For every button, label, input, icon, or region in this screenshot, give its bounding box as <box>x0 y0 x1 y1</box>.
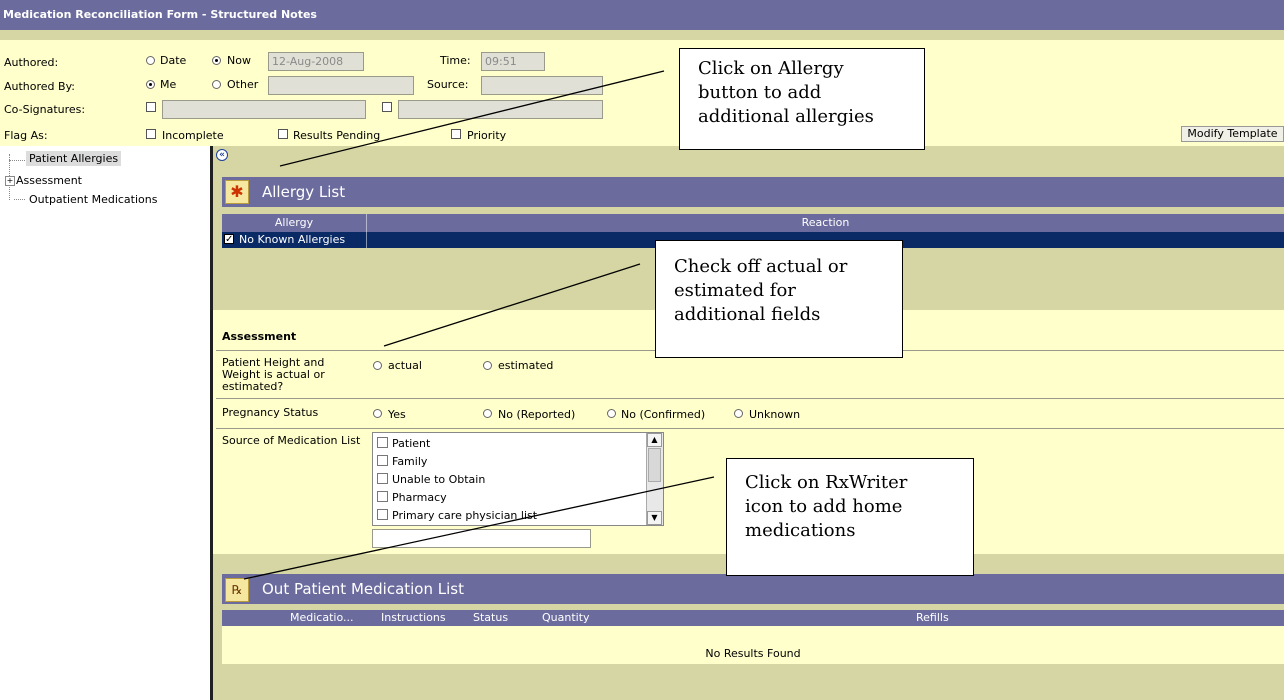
callout-text: medications <box>745 520 856 541</box>
callout-allergy: Click on Allergy button to add additiona… <box>679 48 925 150</box>
callout-text: Click on Allergy <box>698 58 844 79</box>
callout-text: additional allergies <box>698 106 874 127</box>
callout-lines <box>243 70 715 580</box>
callout-text: button to add <box>698 82 822 103</box>
callout-line-allergy <box>279 70 665 167</box>
callout-rxwriter: Click on RxWriter icon to add home medic… <box>726 458 974 576</box>
callout-text: additional fields <box>674 304 821 325</box>
callout-text: Click on RxWriter <box>745 472 908 493</box>
callout-text: estimated for <box>674 280 796 301</box>
callout-line-assessment <box>383 263 641 347</box>
callout-text: icon to add home <box>745 496 903 517</box>
callout-text: Check off actual or <box>674 256 848 277</box>
callout-line-rxwriter <box>243 476 715 580</box>
callout-actual-estimated: Check off actual or estimated for additi… <box>655 240 903 358</box>
